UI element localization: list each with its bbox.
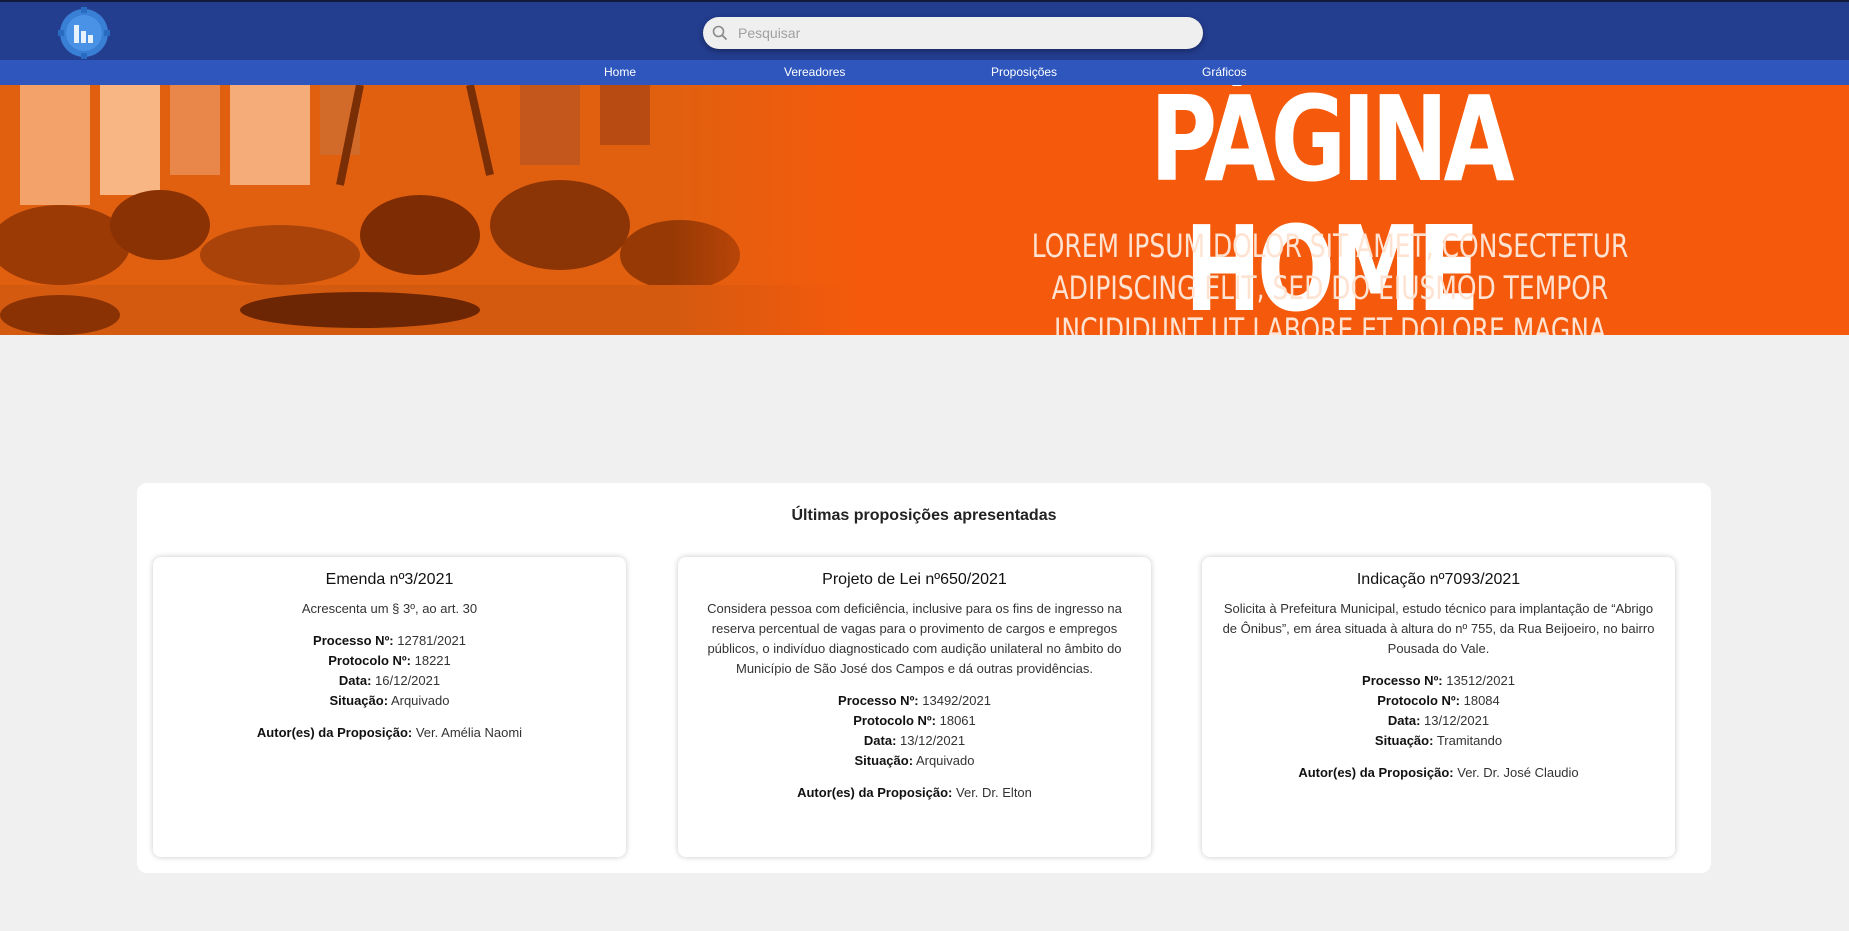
card-author: Autor(es) da Proposição: Ver. Amélia Nao… bbox=[169, 723, 610, 743]
card-meta: Processo Nº: 13492/2021 Protocolo Nº: 18… bbox=[694, 691, 1135, 771]
nav-item-vereadores[interactable]: Vereadores bbox=[784, 65, 845, 79]
protocolo-label: Protocolo Nº: bbox=[1377, 693, 1460, 708]
situacao-value: Arquivado bbox=[915, 753, 975, 768]
data-label: Data: bbox=[338, 673, 372, 688]
search-bar bbox=[703, 17, 1203, 49]
autor-label: Autor(es) da Proposição: bbox=[1298, 765, 1454, 780]
autor-label: Autor(es) da Proposição: bbox=[256, 725, 413, 740]
processo-label: Processo Nº: bbox=[838, 693, 919, 708]
card-author: Autor(es) da Proposição: Ver. Dr. José C… bbox=[1218, 763, 1659, 783]
main-nav: Home Vereadores Proposições Gráficos bbox=[0, 60, 1849, 85]
nav-item-proposicoes[interactable]: Proposições bbox=[991, 65, 1057, 79]
protocolo-label: Protocolo Nº: bbox=[328, 653, 411, 668]
top-bar bbox=[0, 0, 1849, 60]
hero-city-park-image bbox=[0, 85, 860, 335]
data-value: 13/12/2021 bbox=[900, 733, 966, 748]
autor-value: Ver. Dr. Elton bbox=[956, 785, 1032, 800]
card-author: Autor(es) da Proposição: Ver. Dr. Elton bbox=[694, 783, 1135, 803]
search-icon bbox=[712, 25, 728, 41]
processo-value: 13492/2021 bbox=[922, 693, 991, 708]
processo-value: 12781/2021 bbox=[397, 633, 466, 648]
autor-value: Ver. Amélia Naomi bbox=[415, 725, 523, 740]
latest-propositions-panel: Últimas proposições apresentadas Emenda … bbox=[137, 483, 1711, 873]
protocolo-value: 18221 bbox=[414, 653, 451, 668]
processo-value: 13512/2021 bbox=[1446, 673, 1515, 688]
hero-subtitle: LOREM IPSUM DOLOR SIT AMET, CONSECTETUR … bbox=[1031, 227, 1629, 335]
processo-label: Processo Nº: bbox=[313, 633, 394, 648]
data-value: 16/12/2021 bbox=[375, 673, 441, 688]
card-meta: Processo Nº: 12781/2021 Protocolo Nº: 18… bbox=[169, 631, 610, 711]
situacao-value: Arquivado bbox=[390, 693, 450, 708]
card-title: Projeto de Lei nº650/2021 bbox=[822, 571, 1007, 588]
card-description: Considera pessoa com deficiência, inclus… bbox=[707, 601, 1122, 676]
logo-icon[interactable] bbox=[58, 7, 110, 59]
autor-value: Ver. Dr. José Claudio bbox=[1457, 765, 1579, 780]
card-description: Solicita à Prefeitura Municipal, estudo … bbox=[1222, 601, 1655, 656]
situacao-value: Tramitando bbox=[1436, 733, 1503, 748]
card-description: Acrescenta um § 3º, ao art. 30 bbox=[301, 601, 478, 616]
search-input[interactable] bbox=[738, 25, 1203, 41]
autor-label: Autor(es) da Proposição: bbox=[797, 785, 953, 800]
nav-item-graficos[interactable]: Gráficos bbox=[1202, 65, 1247, 79]
panel-title: Últimas proposições apresentadas bbox=[791, 507, 1057, 524]
card-title: Indicação nº7093/2021 bbox=[1356, 571, 1521, 588]
situacao-label: Situação: bbox=[854, 753, 914, 768]
protocolo-value: 18084 bbox=[1463, 693, 1500, 708]
nav-item-home[interactable]: Home bbox=[604, 65, 636, 79]
protocolo-value: 18061 bbox=[939, 713, 976, 728]
card-meta: Processo Nº: 13512/2021 Protocolo Nº: 18… bbox=[1218, 671, 1659, 751]
hero-banner: PÁGINA HOME LOREM IPSUM DOLOR SIT AMET, … bbox=[0, 85, 1849, 335]
data-label: Data: bbox=[863, 733, 897, 748]
card-title: Emenda nº3/2021 bbox=[325, 571, 454, 588]
situacao-label: Situação: bbox=[1374, 733, 1434, 748]
data-value: 13/12/2021 bbox=[1424, 713, 1490, 728]
data-label: Data: bbox=[1387, 713, 1421, 728]
proposition-card[interactable]: Emenda nº3/2021 Acrescenta um § 3º, ao a… bbox=[153, 557, 626, 857]
proposition-card[interactable]: Projeto de Lei nº650/2021 Considera pess… bbox=[678, 557, 1151, 857]
protocolo-label: Protocolo Nº: bbox=[853, 713, 936, 728]
situacao-label: Situação: bbox=[329, 693, 389, 708]
proposition-card[interactable]: Indicação nº7093/2021 Solicita à Prefeit… bbox=[1202, 557, 1675, 857]
processo-label: Processo Nº: bbox=[1362, 673, 1443, 688]
